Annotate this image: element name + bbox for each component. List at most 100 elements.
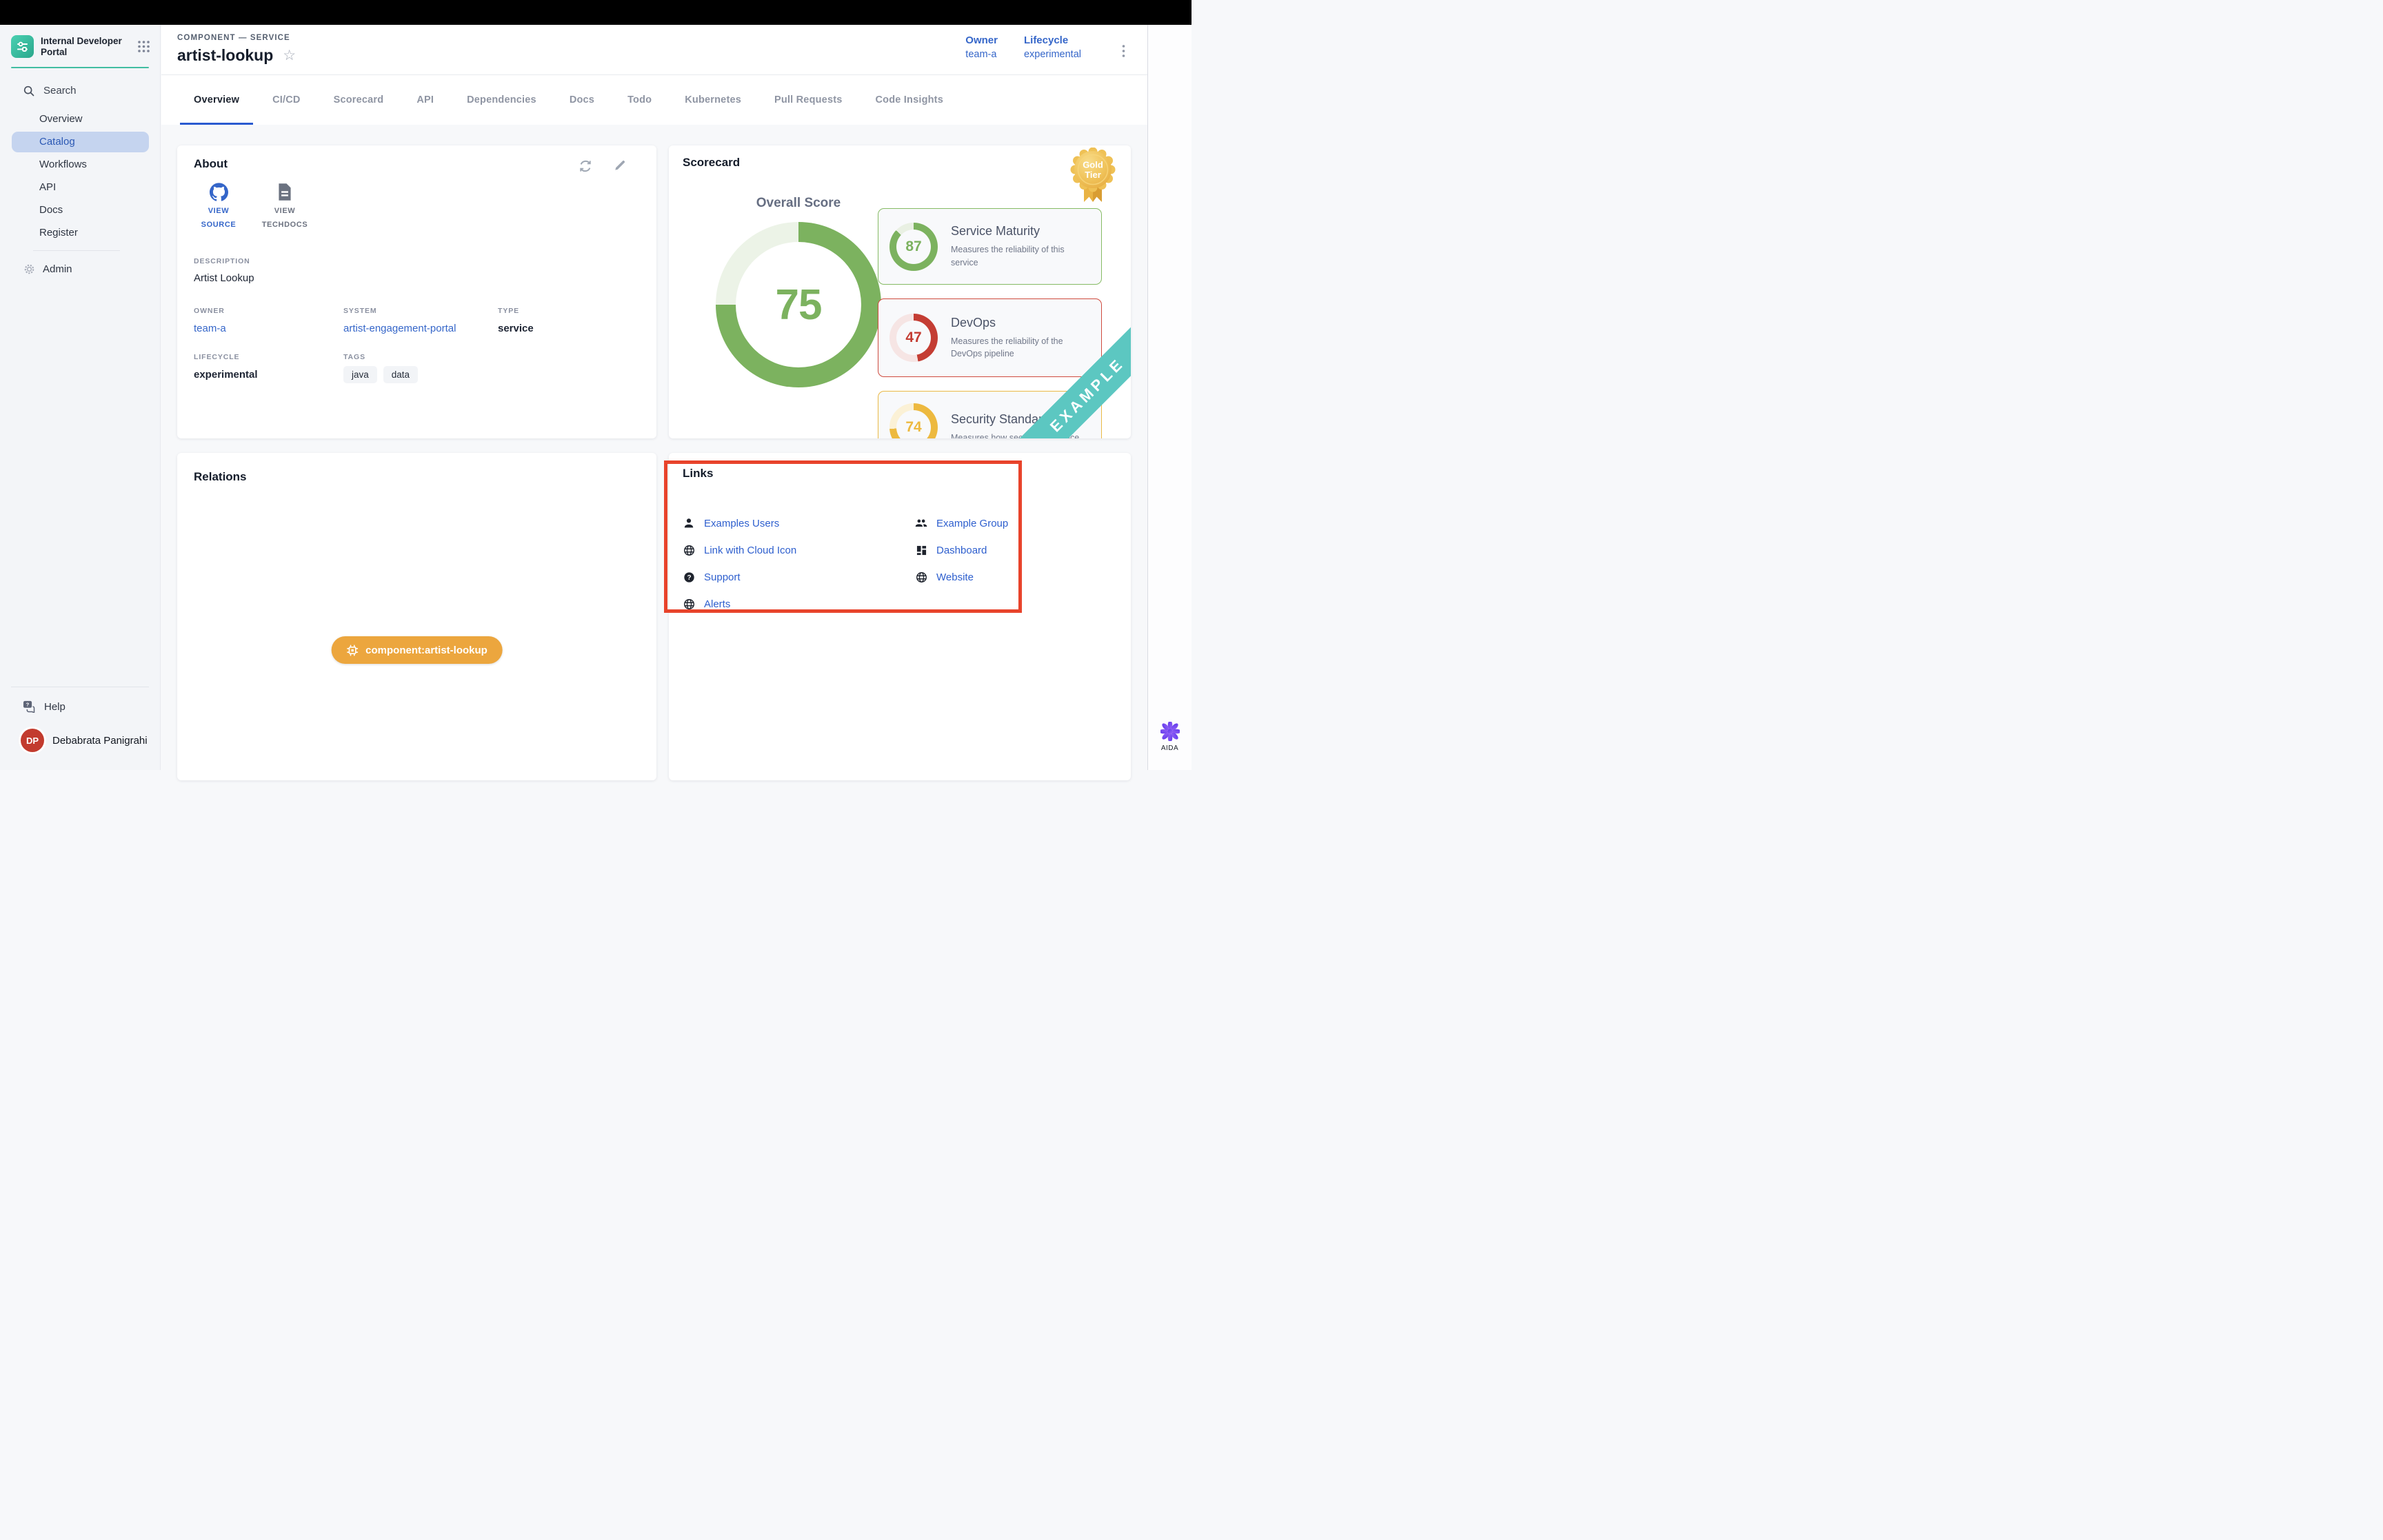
group-icon [915,518,927,529]
tag-chip[interactable]: java [343,366,377,383]
more-options-kebab-icon[interactable] [1119,41,1128,64]
links-card: Links Examples Users [669,453,1131,780]
favorite-star-icon[interactable]: ☆ [283,48,296,63]
view-source-link[interactable]: VIEW SOURCE [194,183,243,232]
owner-link[interactable]: team-a [194,323,343,334]
owner-label: Owner [965,34,998,46]
tab-cicd[interactable]: CI/CD [256,75,316,125]
link-dashboard[interactable]: Dashboard [915,541,1008,559]
lifecycle-value: experimental [1024,49,1081,60]
links-title: Links [683,467,1131,480]
metric-ring: 47 [889,314,938,362]
svg-text:?: ? [26,701,30,707]
metric-devops[interactable]: 47 DevOps Measures the reliability of th… [878,298,1102,377]
link-alerts[interactable]: Alerts [683,595,915,613]
person-icon [683,518,695,529]
relation-node-component[interactable]: component:artist-lookup [331,636,503,664]
link-examples-users[interactable]: Examples Users [683,514,915,532]
owner-meta[interactable]: Owner team-a [965,34,998,60]
tags-field: TAGS java data [343,353,640,383]
sidebar-nav: Overview Catalog Workflows API Docs Regi… [0,106,160,244]
user-menu[interactable]: DP Debabrata Panigrahi [0,726,160,770]
tab-pull-requests[interactable]: Pull Requests [758,75,859,125]
lifecycle-meta: Lifecycle experimental [1024,34,1081,60]
edit-pencil-icon[interactable] [613,159,626,176]
sidebar-item-admin[interactable]: Admin [0,257,160,281]
overall-gauge: 75 [716,222,881,387]
svg-text:?: ? [687,574,691,581]
nav-divider [33,250,120,251]
owner-value[interactable]: team-a [965,49,998,60]
tab-kubernetes[interactable]: Kubernetes [668,75,758,125]
link-website[interactable]: Website [915,568,1008,586]
overview-content: About [161,125,1147,770]
globe-icon [915,571,927,583]
overall-score-value: 75 [776,281,822,330]
gold-tier-badge: Gold Tier [1070,148,1116,209]
entity-header: COMPONENT — SERVICE artist-lookup ☆ Owne… [161,25,1147,75]
refresh-icon[interactable] [579,159,592,176]
tab-code-insights[interactable]: Code Insights [859,75,960,125]
user-name: Debabrata Panigrahi [52,735,148,747]
search-label: Search [43,85,77,97]
top-black-bar [0,0,1192,25]
svg-text:Gold: Gold [1083,160,1103,170]
globe-icon [683,545,695,556]
sidebar-item-docs[interactable]: Docs [12,200,149,221]
relations-card: Relations component:artist-lookup [177,453,656,780]
chip-icon [346,645,358,656]
sidebar-item-workflows[interactable]: Workflows [12,154,149,175]
tab-api[interactable]: API [400,75,450,125]
scorecard-title: Scorecard [683,156,1131,170]
description-label: DESCRIPTION [194,257,640,265]
link-link-with-cloud-icon[interactable]: Link with Cloud Icon [683,541,915,559]
github-icon [210,183,228,201]
overall-score-label: Overall Score [695,196,902,211]
entity-tabs: Overview CI/CD Scorecard API Dependencie… [161,75,1147,125]
tab-scorecard[interactable]: Scorecard [317,75,401,125]
brand-title: Internal Developer Portal [41,36,130,58]
aida-widget[interactable]: AIDA [1148,722,1192,752]
help-circle-icon: ? [683,571,695,583]
sidebar-item-register[interactable]: Register [12,223,149,243]
brand: Internal Developer Portal [0,25,160,67]
tab-overview[interactable]: Overview [177,75,256,125]
tab-dependencies[interactable]: Dependencies [450,75,553,125]
svg-text:Tier: Tier [1085,170,1101,180]
link-support[interactable]: ? Support [683,568,915,586]
lifecycle-field: LIFECYCLE experimental [194,353,343,383]
document-icon [276,183,293,201]
sidebar-item-api[interactable]: API [12,177,149,198]
metric-ring: 74 [889,403,938,438]
view-techdocs-link[interactable]: VIEW TECHDOCS [260,183,310,232]
about-title: About [194,157,640,171]
page-title: artist-lookup [177,46,273,65]
system-field: SYSTEM artist-engagement-portal [343,307,498,334]
aida-flower-icon [1160,722,1180,741]
sidebar: Internal Developer Portal Search Overvie… [0,25,161,770]
right-rail: AIDA [1147,25,1192,770]
sidebar-item-overview[interactable]: Overview [12,109,149,130]
description-value: Artist Lookup [194,272,640,284]
main-area: COMPONENT — SERVICE artist-lookup ☆ Owne… [161,25,1147,770]
sidebar-item-catalog[interactable]: Catalog [12,132,149,152]
tab-todo[interactable]: Todo [611,75,668,125]
tab-docs[interactable]: Docs [553,75,611,125]
aida-label: AIDA [1161,744,1178,752]
about-card: About [177,145,656,438]
apps-grid-icon[interactable] [137,40,150,53]
system-link[interactable]: artist-engagement-portal [343,323,498,334]
owner-field: OWNER team-a [194,307,343,334]
sidebar-item-help[interactable]: ? Help [0,687,160,726]
relations-title: Relations [194,470,640,484]
help-chat-icon: ? [23,700,36,713]
brand-logo-icon [11,35,34,58]
tag-chip[interactable]: data [383,366,418,383]
metric-service-maturity[interactable]: 87 Service Maturity Measures the reliabi… [878,208,1102,285]
sidebar-search[interactable]: Search [0,68,160,106]
links-section: Links Examples Users [669,453,1131,780]
type-field: TYPE service [498,307,640,334]
dashboard-icon [915,545,927,556]
link-example-group[interactable]: Example Group [915,514,1008,532]
metric-ring: 87 [889,223,938,271]
